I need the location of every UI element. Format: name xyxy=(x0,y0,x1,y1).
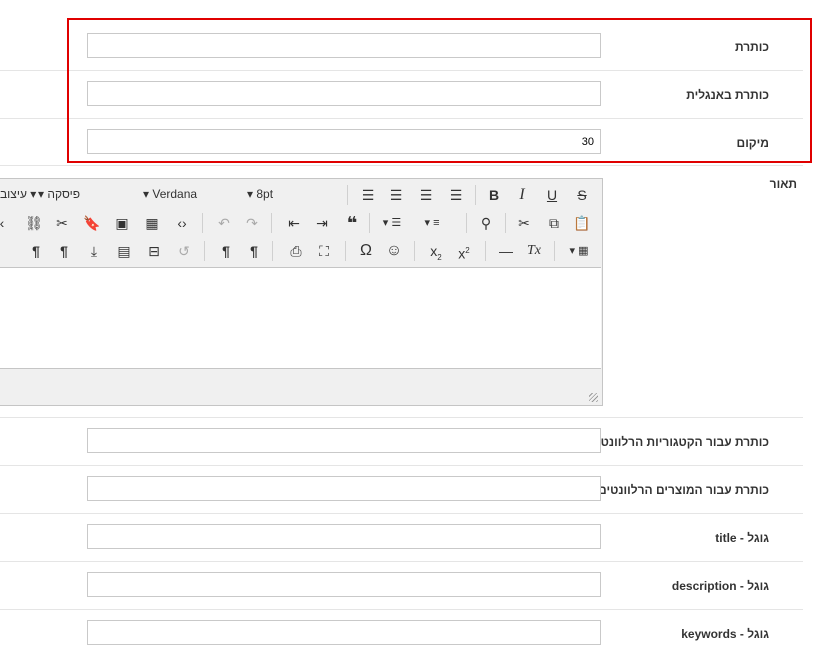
underline-icon[interactable]: U xyxy=(540,183,564,207)
link-icon[interactable]: ⛓ xyxy=(22,211,46,235)
fullscreen-icon[interactable]: ⛶ xyxy=(312,239,336,263)
cut-icon[interactable]: ✂ xyxy=(512,211,536,235)
field-row-products-title: כותרת עבור המוצרים הרלוונטים xyxy=(0,466,803,514)
clear-format-icon[interactable]: Tx xyxy=(522,239,546,263)
undo-icon[interactable]: ↶ xyxy=(212,211,236,235)
editor-statusbar xyxy=(0,369,601,405)
insert-icon[interactable]: ⤓ xyxy=(82,239,106,263)
toolbar-row-3: ¶ ¶ ⤓ ▤ ⊟ ↺ ¶ ¶ ⎙ ⛶ Ω ☺ x2 x2 — Tx ▾ ▦ xyxy=(0,237,602,265)
google-description-input[interactable] xyxy=(87,572,601,597)
field-row-google-title: גוגל - title xyxy=(0,514,803,562)
toolbar-separator xyxy=(272,241,273,261)
field-row-google-keywords: גוגל - keywords xyxy=(0,610,803,645)
media-icon[interactable]: ▦ xyxy=(140,211,164,235)
emoticons-icon[interactable]: ☺ xyxy=(382,239,406,263)
restore-draft-icon[interactable]: ↺ xyxy=(172,239,196,263)
toolbar-separator xyxy=(505,213,506,233)
superscript-icon[interactable]: x2 xyxy=(452,239,476,263)
align-left-icon[interactable]: ☰ xyxy=(356,183,380,207)
format-menu[interactable]: עיצוב ▾ xyxy=(0,187,36,201)
unlink-icon[interactable]: ✂ xyxy=(50,211,74,235)
outdent-icon[interactable]: ⇤ xyxy=(282,211,306,235)
field-label-google-title: גוגל - title xyxy=(715,531,769,545)
copy-icon[interactable]: ⧉ xyxy=(542,211,566,235)
align-right-icon[interactable]: ☰ xyxy=(414,183,438,207)
paragraph-select[interactable]: ▾ פיסקה xyxy=(38,187,80,201)
field-row-categories-title: כותרת עבור הקטגוריות הרלוונטיות xyxy=(0,418,803,466)
page-break-icon[interactable]: ⊟ xyxy=(142,239,166,263)
ltr-icon[interactable]: ¶ xyxy=(214,239,238,263)
pilcrow-icon[interactable]: ¶ xyxy=(24,239,48,263)
toolbar-row-1: עיצוב ▾ ▾ פיסקה ▾ Verdana ▾ 8pt ☰ ☰ ☰ ☰ … xyxy=(0,181,602,209)
bold-icon[interactable]: B xyxy=(482,183,506,207)
numbered-list-icon[interactable]: ▾ ≡ xyxy=(420,211,444,235)
print-icon[interactable]: ⎙ xyxy=(284,239,308,263)
products-title-input[interactable] xyxy=(87,476,601,501)
field-label-categories-title: כותרת עבור הקטגוריות הרלוונטיות xyxy=(584,435,769,449)
strikethrough-icon[interactable]: S xyxy=(570,183,594,207)
blockquote-icon[interactable]: ❝ xyxy=(340,211,364,235)
subscript-icon[interactable]: x2 xyxy=(424,239,448,263)
field-label-google-description: גוגל - description xyxy=(671,579,769,593)
toolbar-separator xyxy=(414,241,415,261)
bookmark-icon[interactable]: 🔖 xyxy=(80,211,104,235)
google-title-input[interactable] xyxy=(87,524,601,549)
editor-content-area[interactable] xyxy=(0,267,601,369)
field-label-products-title: כותרת עבור המוצרים הרלוונטים xyxy=(598,483,769,497)
toolbar-separator xyxy=(554,241,555,261)
image-icon[interactable]: ▣ xyxy=(110,211,134,235)
align-justify-icon[interactable]: ☰ xyxy=(444,183,468,207)
resize-handle-icon[interactable] xyxy=(589,393,598,402)
toolbar-separator xyxy=(369,213,370,233)
horizontal-rule-icon[interactable]: — xyxy=(494,239,518,263)
toolbar-separator xyxy=(204,241,205,261)
indent-icon[interactable]: ⇥ xyxy=(310,211,334,235)
find-icon[interactable]: ⚲ xyxy=(474,211,498,235)
toolbar-separator xyxy=(485,241,486,261)
categories-title-input[interactable] xyxy=(87,428,601,453)
toolbar-separator xyxy=(347,185,348,205)
bullet-list-icon[interactable]: ▾ ☰ xyxy=(380,211,404,235)
italic-icon[interactable]: I xyxy=(510,183,534,207)
paste-icon[interactable]: 📋 xyxy=(570,211,594,235)
field-label-description: תאור xyxy=(769,177,797,191)
toolbar-separator xyxy=(475,185,476,205)
toolbar-separator xyxy=(202,213,203,233)
field-label-google-keywords: גוגל - keywords xyxy=(681,627,769,641)
template-icon[interactable]: ▤ xyxy=(112,239,136,263)
more-icon[interactable]: ‹ xyxy=(0,211,14,235)
special-char-icon[interactable]: Ω xyxy=(354,239,378,263)
align-center-icon[interactable]: ☰ xyxy=(384,183,408,207)
rich-text-editor: עיצוב ▾ ▾ פיסקה ▾ Verdana ▾ 8pt ☰ ☰ ☰ ☰ … xyxy=(0,178,603,406)
toolbar-separator xyxy=(466,213,467,233)
toolbar-separator xyxy=(345,241,346,261)
font-size-select[interactable]: ▾ 8pt xyxy=(247,187,273,201)
font-family-select[interactable]: ▾ Verdana xyxy=(143,187,197,201)
pilcrow-rtl-icon[interactable]: ¶ xyxy=(52,239,76,263)
field-row-google-description: גוגל - description xyxy=(0,562,803,610)
rtl-icon[interactable]: ¶ xyxy=(242,239,266,263)
redo-icon[interactable]: ↷ xyxy=(240,211,264,235)
toolbar-separator xyxy=(271,213,272,233)
code-icon[interactable]: ‹› xyxy=(170,211,194,235)
table-icon[interactable]: ▾ ▦ xyxy=(564,239,594,263)
google-keywords-input[interactable] xyxy=(87,620,601,645)
highlight-box xyxy=(67,18,812,163)
toolbar-row-2: ‹ ⛓ ✂ 🔖 ▣ ▦ ‹› ↶ ↷ ⇤ ⇥ ❝ ▾ ☰ ▾ ≡ ⚲ ✂ ⧉ 📋 xyxy=(0,209,602,237)
